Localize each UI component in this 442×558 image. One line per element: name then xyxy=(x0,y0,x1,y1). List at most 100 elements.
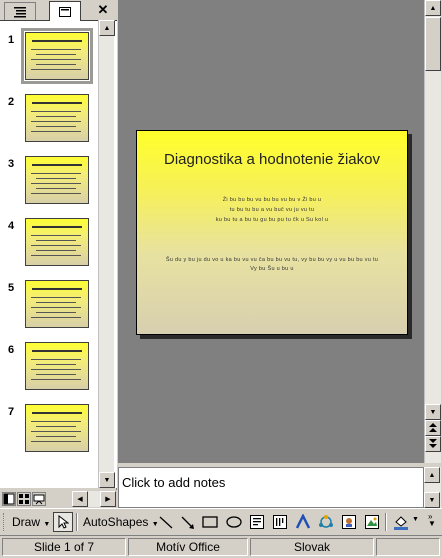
slide-show-button[interactable] xyxy=(32,492,46,506)
notes-pane[interactable]: Click to add notes xyxy=(118,467,424,508)
slide-footer-line: Šu du y bu ju du vo u ka bu vu vu ča bu … xyxy=(165,257,379,263)
slide-thumbnail-row[interactable]: 1 xyxy=(0,28,98,84)
text-box-icon xyxy=(250,515,264,529)
clip-art-button[interactable] xyxy=(339,512,359,532)
paint-bucket-icon xyxy=(394,516,408,530)
slide-thumbnail[interactable] xyxy=(21,28,93,84)
double-down-arrow-icon xyxy=(429,439,437,448)
thumbnail-text-line xyxy=(36,54,76,55)
scroll-down-button[interactable]: ▼ xyxy=(424,492,440,508)
thumbnail-text-line xyxy=(31,317,81,318)
slide-subtitle-line: ku bu tu a bu tu gu bu pu tu čk u Su kol… xyxy=(215,217,329,223)
slide-editing-area: Diagnostika a hodnotenie žiakov Ži bu bu… xyxy=(118,0,424,463)
thumbnail-text-line xyxy=(31,131,81,132)
scroll-up-button[interactable]: ▲ xyxy=(425,0,441,16)
scroll-up-button[interactable]: ▲ xyxy=(99,20,115,36)
thumbnail-text-line xyxy=(31,441,81,442)
diagram-icon xyxy=(319,515,333,528)
scroll-down-button[interactable]: ▼ xyxy=(425,404,441,420)
thumbnail-text-line xyxy=(36,436,76,437)
slide-thumbnail-row[interactable]: 6 xyxy=(0,342,98,392)
thumbnail-text-line xyxy=(31,245,81,246)
next-slide-button[interactable] xyxy=(425,436,441,452)
slide-subtitle-line: tu bu tu bu a vu buč vu ju vu tu xyxy=(229,207,315,213)
slide-title[interactable]: Diagnostika a hodnotenie žiakov xyxy=(137,151,407,168)
slide-subtitle-line: Ži bu bu bu vu bu bu vu bu v Ži bu u xyxy=(222,197,322,203)
picture-icon xyxy=(365,515,379,529)
thumbnail-text-line xyxy=(36,250,76,251)
line-icon xyxy=(159,516,173,529)
chevron-down-icon: ▼ xyxy=(43,521,51,528)
drawing-toolbar: Draw ▼ AutoShapes ▼ ▼ » ▼ xyxy=(0,508,442,534)
scroll-right-button[interactable]: ▶ xyxy=(100,491,116,507)
vertical-text-box-button[interactable] xyxy=(270,512,290,532)
oval-icon xyxy=(226,516,242,528)
slide-thumbnail[interactable] xyxy=(25,218,89,266)
thumbnail-text-line xyxy=(31,235,81,236)
slide-thumbnail-number: 6 xyxy=(8,344,15,356)
slide-thumbnail-row[interactable]: 7 xyxy=(0,404,98,454)
slide-sorter-view-button[interactable] xyxy=(17,492,31,506)
slide-thumbnail[interactable] xyxy=(25,404,89,452)
toolbar-overflow-button[interactable]: » ▼ xyxy=(428,513,436,528)
notes-vertical-scrollbar[interactable]: ▲ ▼ xyxy=(424,467,441,508)
thumbnail-title-line xyxy=(32,412,82,414)
tab-outline[interactable] xyxy=(4,2,36,20)
slide-thumbnail-number: 2 xyxy=(8,96,15,108)
toolbar-grip[interactable] xyxy=(3,513,6,531)
line-tool-button[interactable] xyxy=(156,512,176,532)
thumbnail-text-line xyxy=(36,302,76,303)
diagram-button[interactable] xyxy=(316,512,336,532)
previous-slide-button[interactable] xyxy=(425,420,441,436)
slide-thumbnail-row[interactable]: 2 xyxy=(0,94,98,144)
thumbnail-text-line xyxy=(31,307,81,308)
thumbnail-title-line xyxy=(32,164,82,166)
slide-show-icon xyxy=(33,494,45,505)
tab-slides[interactable] xyxy=(49,1,81,21)
close-pane-button[interactable]: ✕ xyxy=(96,3,110,17)
slide-vertical-scrollbar[interactable]: ▲ ▼ xyxy=(424,0,441,463)
design-template-status: Motív Office xyxy=(128,538,248,556)
thumbnail-text-line xyxy=(31,379,81,380)
arrow-tool-button[interactable] xyxy=(178,512,198,532)
toolbar-separator xyxy=(76,513,78,531)
notes-placeholder[interactable]: Click to add notes xyxy=(122,475,225,490)
autoshapes-menu-button[interactable]: AutoShapes ▼ xyxy=(83,515,159,529)
slide-thumbnail[interactable] xyxy=(25,156,89,204)
thumbnail-title-line xyxy=(32,350,82,352)
current-slide[interactable]: Diagnostika a hodnotenie žiakov Ži bu bu… xyxy=(136,130,408,335)
rectangle-tool-button[interactable] xyxy=(200,512,220,532)
insert-picture-button[interactable] xyxy=(362,512,382,532)
scroll-up-button[interactable]: ▲ xyxy=(424,467,440,483)
thumbnail-text-line xyxy=(36,188,76,189)
draw-menu-button[interactable]: Draw ▼ xyxy=(12,515,50,529)
thumbnail-text-line xyxy=(36,116,76,117)
slide-thumbnail[interactable] xyxy=(25,94,89,142)
fill-color-dropdown[interactable]: ▼ xyxy=(412,516,419,523)
normal-view-button[interactable] xyxy=(2,492,16,506)
thumbnail-horizontal-scrollbar[interactable]: ◀ ▶ xyxy=(72,491,116,507)
slide-thumbnail[interactable] xyxy=(25,280,89,328)
thumbnail-text-line xyxy=(31,297,81,298)
select-objects-button[interactable] xyxy=(53,512,73,532)
slide-thumbnail-row[interactable]: 5 xyxy=(0,280,98,330)
thumbnail-text-line xyxy=(31,59,81,60)
slide-thumbnail[interactable] xyxy=(25,342,89,390)
outline-list-icon xyxy=(14,6,26,17)
slide-thumbnail-row[interactable]: 3 xyxy=(0,156,98,206)
slide-thumbnail-row[interactable]: 4 xyxy=(0,218,98,268)
thumbnail-title-line xyxy=(32,40,82,42)
thumbnail-text-line xyxy=(36,126,76,127)
thumbnail-vertical-scrollbar[interactable]: ▲ ▼ xyxy=(98,20,115,488)
oval-tool-button[interactable] xyxy=(224,512,244,532)
thumbnail-text-line xyxy=(31,359,81,360)
text-box-button[interactable] xyxy=(247,512,267,532)
scroll-left-button[interactable]: ◀ xyxy=(72,491,88,507)
wordart-button[interactable] xyxy=(293,512,313,532)
thumbnail-text-line xyxy=(36,364,76,365)
vertical-text-box-icon xyxy=(273,515,287,529)
scrollbar-thumb[interactable] xyxy=(425,17,441,71)
fill-color-button[interactable] xyxy=(391,512,411,532)
thumbnail-text-line xyxy=(36,64,76,65)
scroll-down-button[interactable]: ▼ xyxy=(99,472,115,488)
